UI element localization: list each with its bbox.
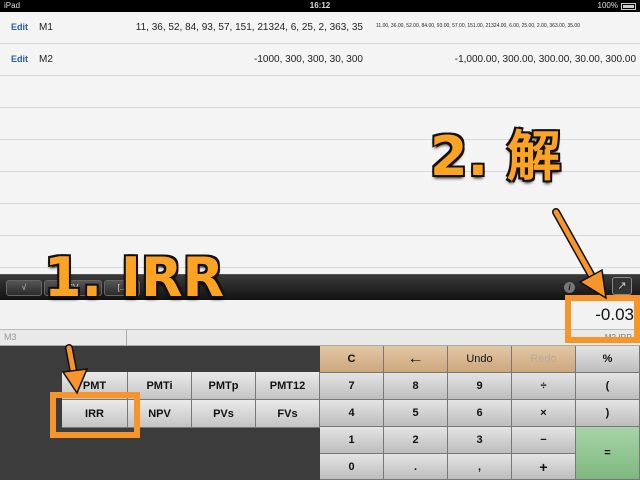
arrow-to-irr [61,344,89,395]
step1-annotation: 1. IRR [44,246,225,309]
annotation-arrows [61,208,607,395]
arrow-to-result [552,208,607,300]
step2-annotation: 2. 解 [430,125,561,188]
